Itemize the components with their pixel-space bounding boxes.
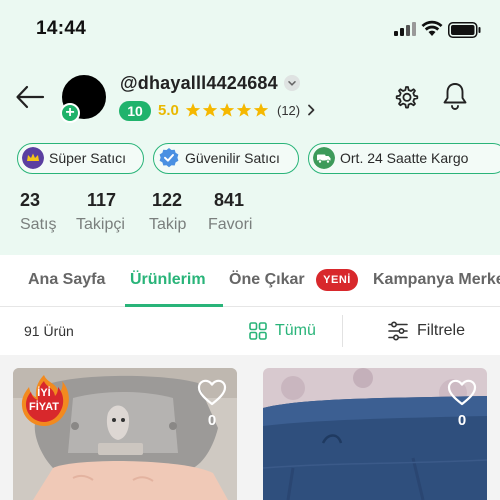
cargo-truck-icon — [313, 147, 335, 169]
grid-icon — [249, 322, 267, 340]
stat-label: Favori — [208, 216, 253, 233]
tab-bar: Ana Sayfa Ürünlerim Öne Çıkar Kampanya M… — [0, 255, 500, 307]
star-icon — [202, 103, 218, 117]
wifi-icon — [421, 20, 443, 36]
fast-shipping-badge[interactable]: Ort. 24 Saatte Kargo — [308, 143, 500, 174]
like-count: 0 — [457, 412, 467, 429]
add-photo-plus-icon[interactable]: + — [60, 103, 80, 123]
chevron-down-icon[interactable] — [284, 75, 300, 91]
seller-level-badge: 10 — [119, 101, 151, 121]
settings-gear-icon[interactable] — [393, 83, 421, 111]
status-bar: 14:44 — [0, 0, 500, 60]
star-icon — [219, 103, 235, 117]
filter-label: Filtrele — [417, 322, 466, 339]
trusted-seller-badge[interactable]: Güvenilir Satıcı — [153, 143, 299, 174]
stat-favorites[interactable]: 841 Favori — [208, 190, 252, 234]
chevron-right-icon[interactable] — [305, 103, 317, 117]
divider — [342, 315, 343, 347]
seller-badges-row: Süper Satıcı Güvenilir Satıcı Ort. 24 Sa… — [17, 143, 500, 175]
stat-followers[interactable]: 117 Takipçi — [76, 190, 125, 234]
badge-label: Süper Satıcı — [49, 150, 127, 166]
cellular-signal-icon — [394, 22, 416, 36]
review-count[interactable]: (12) — [277, 103, 300, 118]
star-icon — [185, 103, 201, 117]
stat-label: Takipçi — [76, 216, 125, 233]
tab-home[interactable]: Ana Sayfa — [28, 271, 105, 289]
rating-stars — [185, 102, 269, 118]
new-badge: YENİ — [316, 269, 358, 291]
all-label: Tümü — [275, 322, 316, 339]
verified-check-icon — [159, 148, 179, 168]
badge-label: Güvenilir Satıcı — [185, 150, 280, 166]
notification-bell-icon[interactable] — [441, 81, 469, 111]
stat-value: 122 — [152, 190, 183, 210]
tab-featured[interactable]: Öne Çıkar — [229, 271, 305, 289]
status-time: 14:44 — [36, 18, 87, 39]
star-icon — [253, 103, 269, 117]
stat-value: 117 — [87, 190, 117, 210]
back-arrow-icon[interactable] — [14, 82, 46, 112]
stat-value: 23 — [20, 190, 41, 210]
avatar-wrapper: + — [60, 73, 110, 123]
tab-my-products[interactable]: Ürünlerim — [130, 271, 206, 289]
heart-icon[interactable] — [447, 379, 477, 406]
crown-icon — [22, 147, 44, 169]
heart-icon[interactable] — [197, 379, 227, 406]
product-count: 91 Ürün — [24, 323, 74, 339]
product-card[interactable]: 0 — [263, 368, 487, 500]
stat-value: 841 — [214, 190, 245, 210]
super-seller-badge[interactable]: Süper Satıcı — [17, 143, 144, 174]
good-price-line2: FİYAT — [29, 400, 59, 413]
tab-campaign-center[interactable]: Kampanya Merkezi — [373, 271, 500, 289]
star-icon — [236, 103, 252, 117]
username: @dhayalll4424684 — [120, 73, 278, 93]
stat-label: Satış — [20, 216, 57, 233]
filter-sliders-icon — [388, 321, 408, 341]
filter-bar: 91 Ürün Tümü Filtrele — [0, 307, 500, 355]
badge-label: Ort. 24 Saatte Kargo — [340, 150, 469, 166]
battery-icon — [448, 22, 481, 38]
stat-following[interactable]: 122 Takip — [149, 190, 186, 234]
rating-value: 5.0 — [158, 102, 179, 119]
stat-sales[interactable]: 23 Satış — [20, 190, 56, 234]
good-price-line1: İYİ — [37, 386, 50, 399]
stat-label: Takip — [149, 216, 187, 233]
like-count: 0 — [207, 412, 217, 429]
good-price-flame-badge: İYİ FİYAT — [21, 375, 69, 426]
